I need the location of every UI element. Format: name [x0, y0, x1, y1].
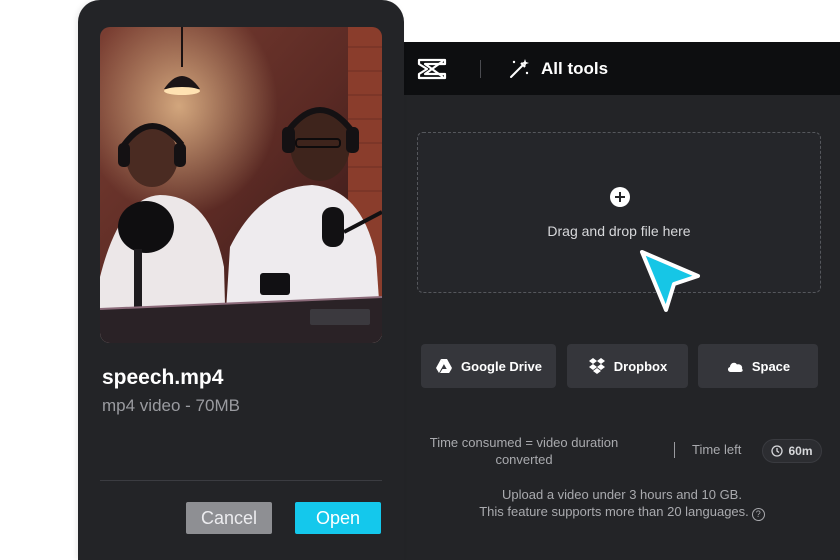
podcast-scene-image [100, 27, 382, 343]
top-bar: All tools [404, 42, 840, 95]
card-divider [100, 480, 382, 481]
open-button[interactable]: Open [295, 502, 381, 534]
stage: All tools Drag and drop file here Google… [0, 0, 840, 560]
cursor-pointer-icon [640, 250, 700, 312]
language-note-text: This feature supports more than 20 langu… [479, 504, 749, 519]
upload-limit-note: Upload a video under 3 hours and 10 GB. [502, 487, 742, 502]
cloud-icon [727, 362, 743, 372]
space-label: Space [751, 358, 791, 374]
time-left-badge: 60m [762, 439, 822, 463]
language-note: This feature supports more than 20 langu… [404, 503, 840, 521]
file-preview-card: speech.mp4 mp4 video - 70MB Cancel Open [78, 0, 404, 560]
capcut-logo-icon[interactable] [416, 57, 448, 81]
all-tools-link[interactable]: All tools [541, 59, 608, 79]
file-meta: mp4 video - 70MB [102, 396, 240, 415]
google-drive-button[interactable]: Google Drive [421, 344, 556, 388]
dropzone-text: Drag and drop file here [547, 223, 691, 239]
app-window: All tools Drag and drop file here Google… [404, 42, 840, 560]
google-drive-icon [436, 359, 453, 373]
dropbox-icon [588, 358, 605, 374]
file-dropzone[interactable]: Drag and drop file here [417, 132, 821, 293]
time-consumed-text: Time consumed = video duration converted [429, 435, 619, 467]
space-button[interactable]: Space [698, 344, 818, 388]
magic-wand-icon[interactable] [508, 58, 530, 80]
google-drive-label: Google Drive [461, 358, 542, 374]
plus-circle-icon [610, 187, 630, 207]
help-icon[interactable]: ? [751, 508, 765, 521]
topbar-divider [480, 60, 481, 78]
time-left-label: Time left [692, 442, 742, 457]
dropbox-button[interactable]: Dropbox [567, 344, 688, 388]
video-thumbnail [100, 27, 382, 343]
clock-icon [771, 445, 784, 457]
usage-separator [674, 442, 675, 458]
file-name: speech.mp4 [102, 366, 224, 389]
cancel-button[interactable]: Cancel [186, 502, 272, 534]
dropbox-label: Dropbox [613, 358, 668, 374]
time-left-value: 60m [788, 444, 813, 458]
